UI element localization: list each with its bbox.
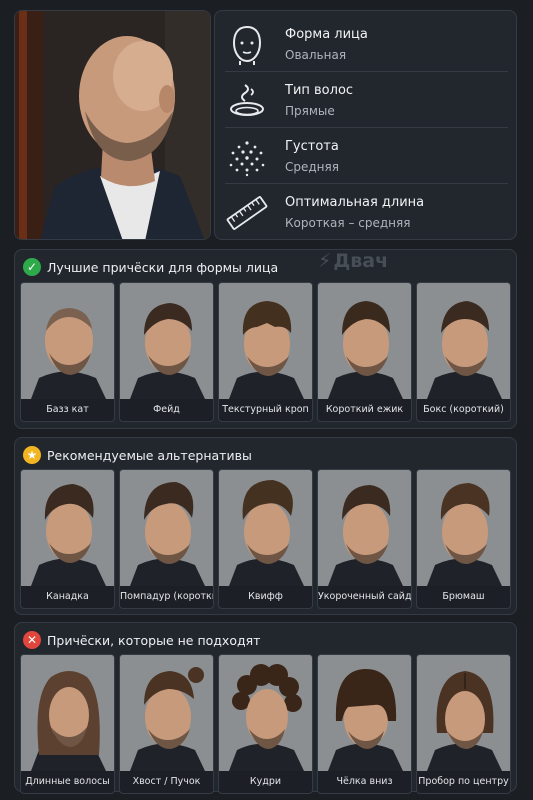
hairstyle-photo: [120, 470, 213, 586]
hairstyle-photo: [120, 283, 213, 399]
density-row: Густота Средняя: [225, 129, 508, 185]
density-value: Средняя: [285, 160, 339, 174]
cross-icon: ✕: [23, 631, 41, 649]
hairstyle-photo: [219, 470, 312, 586]
divider: [225, 183, 508, 184]
hairstyle-card-short-side-part[interactable]: Укороченный сайд парт: [317, 469, 412, 609]
portrait-photo: [14, 10, 211, 240]
hairstyle-label: Длинные волосы: [25, 776, 110, 787]
hair-wave-icon: [230, 84, 264, 116]
hairstyle-label: Кудри: [249, 776, 282, 787]
hairstyle-card-textured-crop[interactable]: Текстурный кроп: [218, 282, 313, 422]
hairstyle-card-fringe-down[interactable]: Чёлка вниз: [317, 654, 412, 794]
section-header: ★ Рекомендуемые альтернативы: [23, 445, 252, 465]
section-header: ✕ Причёски, которые не подходят: [23, 630, 260, 650]
star-icon: ★: [23, 446, 41, 464]
section-title: Лучшие причёски для формы лица: [47, 259, 279, 275]
hairstyle-grid: Базз кат Фейд Текстурный кроп Короткий е…: [20, 282, 511, 422]
optimal-length-value: Короткая – средняя: [285, 216, 411, 230]
hairstyle-card-buzz-cut[interactable]: Базз кат: [20, 282, 115, 422]
hairstyle-card-quiff[interactable]: Квифф: [218, 469, 313, 609]
hairstyle-grid: Канадка Помпадур (короткий) Квифф: [20, 469, 511, 609]
hairstyle-label: Брюмаш: [442, 591, 485, 602]
section-title: Причёски, которые не подходят: [47, 632, 261, 648]
hairstyle-label: Хвост / Пучок: [132, 776, 201, 787]
check-icon: ✓: [23, 258, 41, 276]
hairstyle-label: Квифф: [248, 591, 283, 602]
hairstyle-label: Чёлка вниз: [336, 776, 393, 787]
hair-type-value: Прямые: [285, 104, 335, 118]
portrait-image: [15, 11, 210, 239]
hairstyle-card-pompadour[interactable]: Помпадур (короткий): [119, 469, 214, 609]
hairstyle-label: Укороченный сайд парт: [318, 591, 411, 602]
hairstyle-photo: [417, 655, 510, 771]
hairstyle-card-center-part[interactable]: Пробор по центру: [416, 654, 511, 794]
hairstyle-label: Короткий ежик: [325, 404, 404, 415]
face-shape-row: Форма лица Овальная: [225, 17, 508, 73]
hairstyle-photo: [318, 470, 411, 586]
watermark-text: Двач: [333, 250, 389, 272]
divider: [225, 127, 508, 128]
hairstyle-photo: [21, 283, 114, 399]
face-shape-value: Овальная: [285, 48, 347, 62]
hairstyle-photo: [318, 283, 411, 399]
hairstyle-photo: [219, 655, 312, 771]
hairstyle-card-brushed[interactable]: Брюмаш: [416, 469, 511, 609]
section-header: ✓ Лучшие причёски для формы лица: [23, 257, 278, 277]
hairstyle-card-fade[interactable]: Фейд: [119, 282, 214, 422]
section-title: Рекомендуемые альтернативы: [47, 447, 252, 463]
divider: [225, 71, 508, 72]
hair-type-title: Тип волос: [285, 83, 354, 98]
hairstyle-card-canadian[interactable]: Канадка: [20, 469, 115, 609]
hairstyle-photo: [21, 470, 114, 586]
hairstyle-label: Фейд: [153, 404, 180, 415]
hairstyle-label: Базз кат: [46, 404, 89, 415]
hairstyle-photo: [417, 470, 510, 586]
hairstyle-photo: [21, 655, 114, 771]
hairstyle-label: Текстурный кроп: [222, 404, 309, 415]
hairstyle-card-short-spiky[interactable]: Короткий ежик: [317, 282, 412, 422]
optimal-length-row: Оптимальная длина Короткая – средняя: [225, 185, 508, 241]
hairstyle-photo: [417, 283, 510, 399]
hairstyle-photo: [219, 283, 312, 399]
hairstyle-label: Пробор по центру: [418, 776, 509, 787]
unsuitable-hairstyles-section: ✕ Причёски, которые не подходят Длинные …: [14, 622, 517, 794]
face-outline-icon: [232, 25, 262, 65]
hairstyle-photo: [120, 655, 213, 771]
hairstyle-card-ponytail-bun[interactable]: Хвост / Пучок: [119, 654, 214, 794]
best-hairstyles-section: ✓ Лучшие причёски для формы лица Базз ка…: [14, 249, 517, 429]
density-dots-icon: [229, 141, 265, 177]
ruler-icon: [226, 196, 268, 230]
hairstyle-card-curls[interactable]: Кудри: [218, 654, 313, 794]
watermark: ⚡ Двач: [318, 250, 388, 272]
density-title: Густота: [285, 139, 339, 154]
hairstyle-photo: [318, 655, 411, 771]
hairstyle-label: Помпадур (короткий): [120, 591, 213, 602]
profile-info-panel: Форма лица Овальная Тип волос Прямые Гус…: [214, 10, 517, 240]
hair-type-row: Тип волос Прямые: [225, 73, 508, 129]
lightning-icon: ⚡: [318, 250, 332, 272]
recommended-alternatives-section: ★ Рекомендуемые альтернативы Канадка Пом…: [14, 437, 517, 615]
hairstyle-label: Бокс (короткий): [423, 404, 504, 415]
face-shape-title: Форма лица: [285, 27, 368, 42]
hairstyle-card-long-hair[interactable]: Длинные волосы: [20, 654, 115, 794]
hairstyle-card-boxing-short[interactable]: Бокс (короткий): [416, 282, 511, 422]
hairstyle-grid: Длинные волосы Хвост / Пучок Кудри Чёлка…: [20, 654, 511, 794]
optimal-length-title: Оптимальная длина: [285, 195, 425, 210]
hairstyle-label: Канадка: [46, 591, 89, 602]
